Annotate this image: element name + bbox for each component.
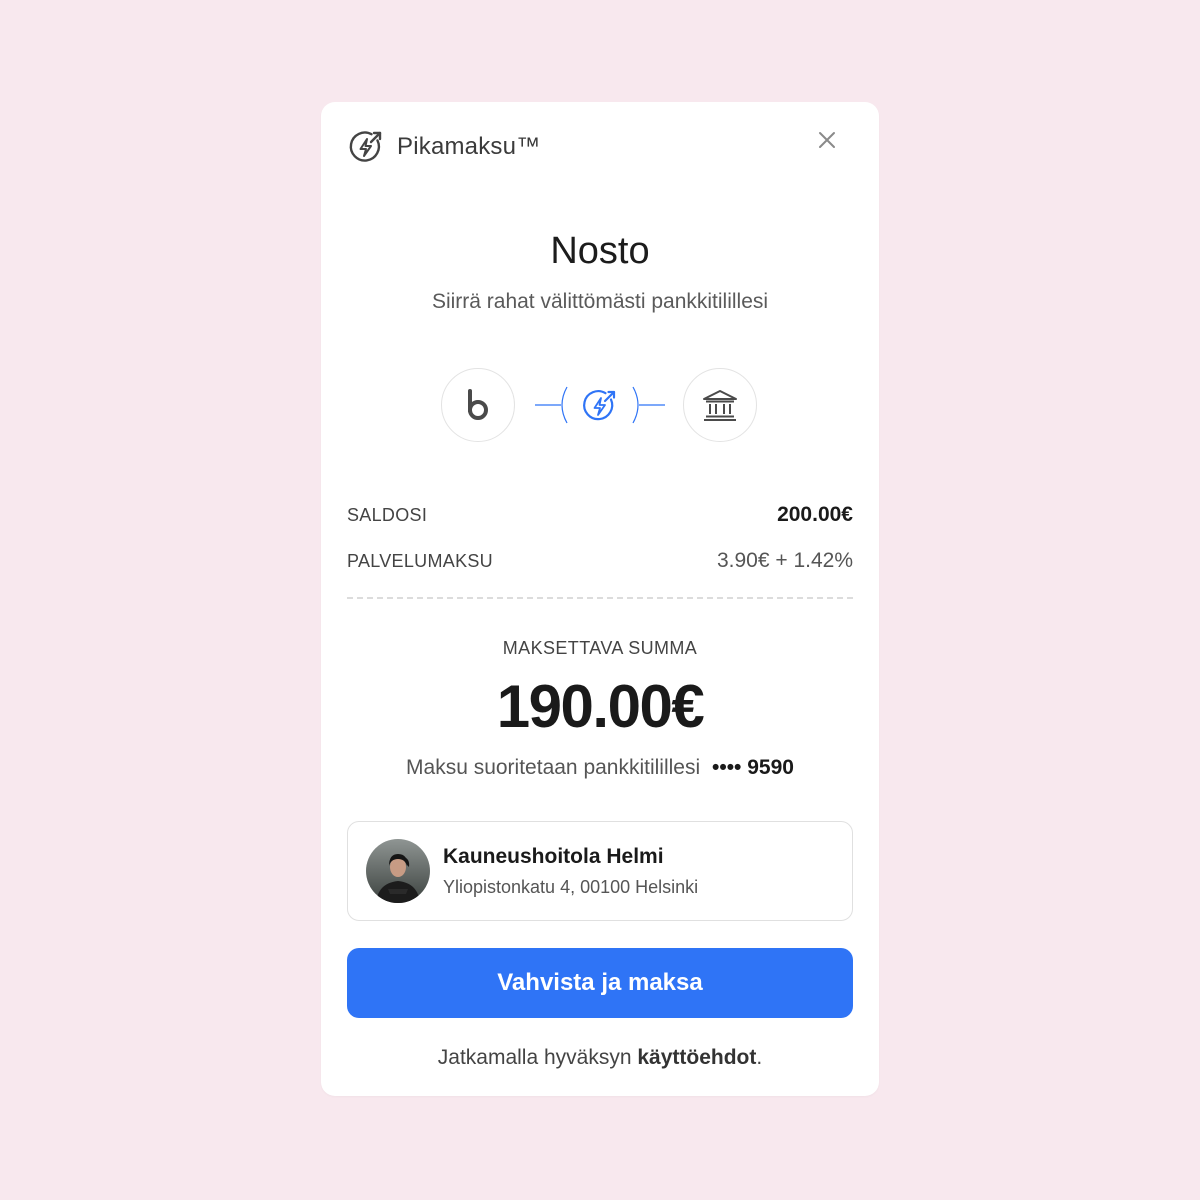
balance-label: SALDOSI: [347, 504, 428, 525]
avatar: [366, 839, 430, 903]
masked-account-number: •••• 9590: [712, 756, 794, 779]
brand-header: Pikamaksu™: [347, 128, 540, 166]
merchant-name: Kauneushoitola Helmi: [443, 844, 664, 868]
terms-link[interactable]: käyttöehdot: [637, 1046, 756, 1069]
source-wallet: [441, 368, 515, 442]
lightning-circle-icon: [583, 390, 616, 421]
page-subtitle: Siirrä rahat välittömästi pankkitililles…: [431, 290, 769, 313]
confirm-and-pay-button[interactable]: Vahvista ja maksa: [347, 948, 853, 1018]
lightning-circle-icon: [349, 131, 382, 162]
b-logo-icon: [468, 389, 488, 420]
terms-suffix: .: [756, 1046, 763, 1069]
destination-text: Maksu suoritetaan pankkitilillesi: [406, 756, 701, 779]
brand-name: Pikamaksu™: [397, 133, 541, 160]
transfer-flow: [321, 368, 879, 446]
destination-bank: [683, 368, 757, 442]
transfer-connector: [535, 386, 665, 424]
merchant-card: Kauneushoitola Helmi Yliopistonkatu 4, 0…: [347, 821, 853, 921]
balance-value: 200.00€: [777, 503, 853, 526]
dashed-divider: [347, 597, 853, 599]
amount-label: MAKSETTAVA SUMMA: [502, 638, 698, 658]
merchant-address: Yliopistonkatu 4, 00100 Helsinki: [443, 876, 699, 897]
payable-amount: 190.00€: [496, 673, 705, 740]
fee-row: PALVELUMAKSU 3.90€ + 1.42%: [347, 538, 853, 584]
fee-label: PALVELUMAKSU: [347, 550, 493, 571]
destination-account: Maksu suoritetaan pankkitilillesi •••• 9…: [321, 756, 879, 780]
balance-row: SALDOSI 200.00€: [347, 492, 853, 538]
close-icon[interactable]: [815, 128, 839, 152]
withdrawal-dialog: Pikamaksu™ Nosto Siirrä rahat välittömäs…: [321, 102, 879, 1096]
fee-summary: SALDOSI 200.00€ PALVELUMAKSU 3.90€ + 1.4…: [347, 492, 853, 584]
bank-icon: [703, 390, 737, 421]
terms-notice: Jatkamalla hyväksyn käyttöehdot.: [321, 1046, 879, 1070]
page-title: Nosto: [550, 230, 650, 272]
fee-value: 3.90€ + 1.42%: [716, 549, 853, 572]
merchant-info: Kauneushoitola Helmi Yliopistonkatu 4, 0…: [443, 845, 698, 898]
terms-prefix: Jatkamalla hyväksyn: [437, 1046, 638, 1069]
